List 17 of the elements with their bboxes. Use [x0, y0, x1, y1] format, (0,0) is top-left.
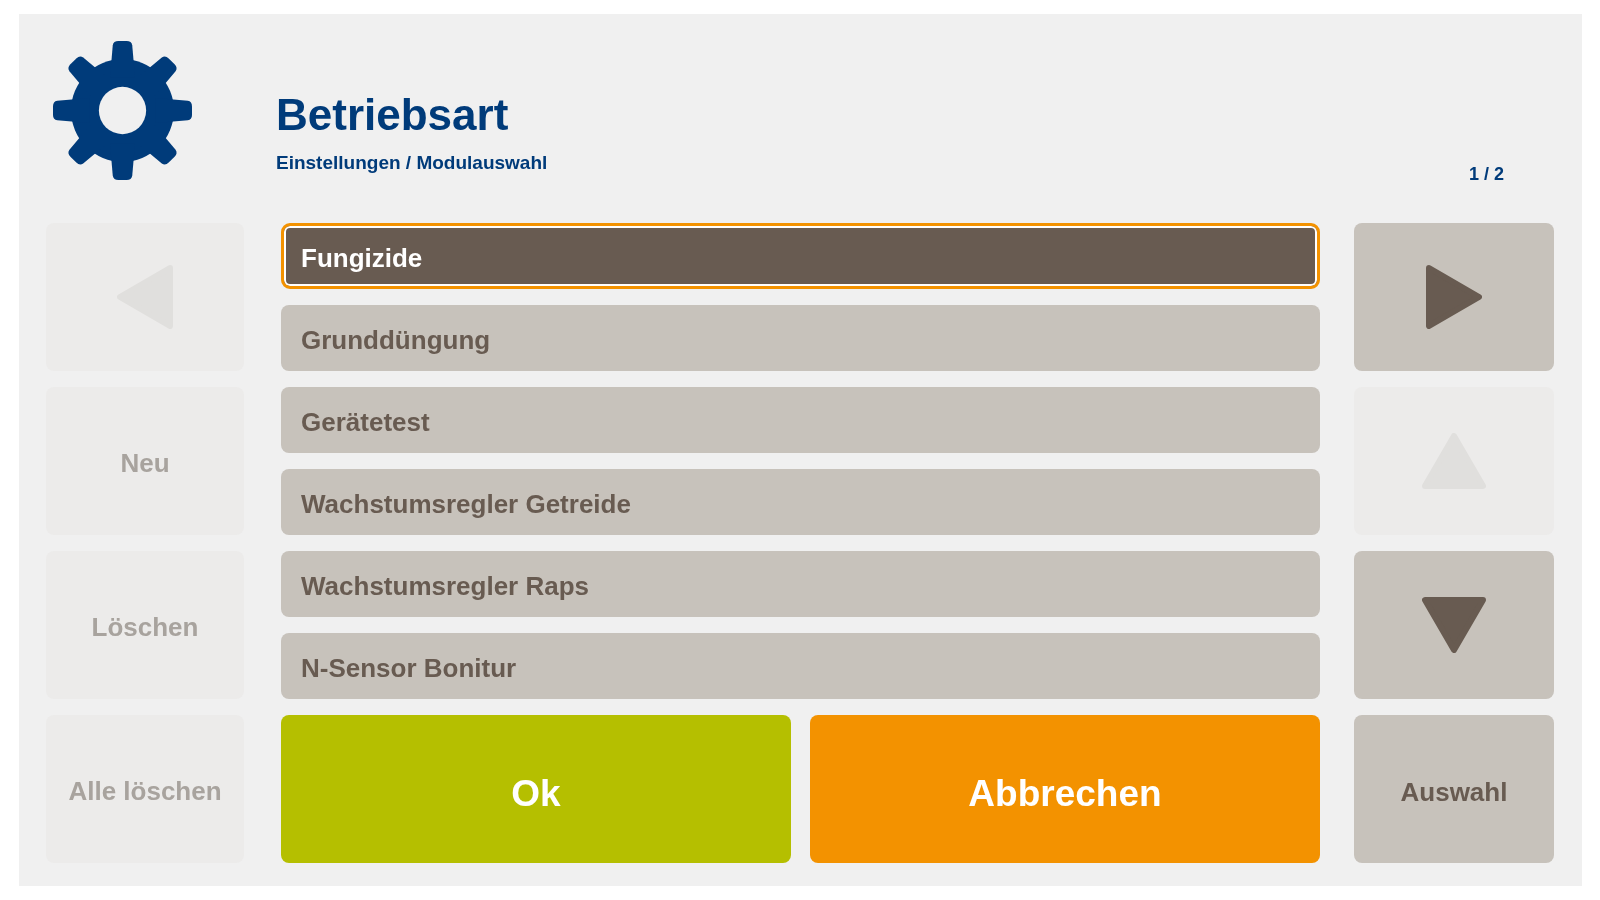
down-triangle-icon [1422, 597, 1486, 653]
select-button[interactable]: Auswahl [1354, 715, 1554, 863]
list-item[interactable]: N-Sensor Bonitur [281, 633, 1320, 699]
page-title: Betriebsart [276, 93, 509, 137]
ok-button[interactable]: Ok [281, 715, 791, 863]
cancel-button[interactable]: Abbrechen [810, 715, 1320, 863]
next-button[interactable] [1354, 223, 1554, 371]
list-item[interactable]: Fungizide [281, 223, 1320, 289]
list-item[interactable]: Grunddüngung [281, 305, 1320, 371]
breadcrumb: Einstellungen / Modulauswahl [276, 153, 548, 172]
scroll-down-button[interactable] [1354, 551, 1554, 699]
list-item[interactable]: Wachstumsregler Raps [281, 551, 1320, 617]
page-indicator: 1 / 2 [1468, 165, 1504, 183]
list-item[interactable]: Gerätetest [281, 387, 1320, 453]
gear-icon [53, 41, 192, 180]
right-triangle-icon [1426, 265, 1482, 329]
list-item[interactable]: Wachstumsregler Getreide [281, 469, 1320, 535]
